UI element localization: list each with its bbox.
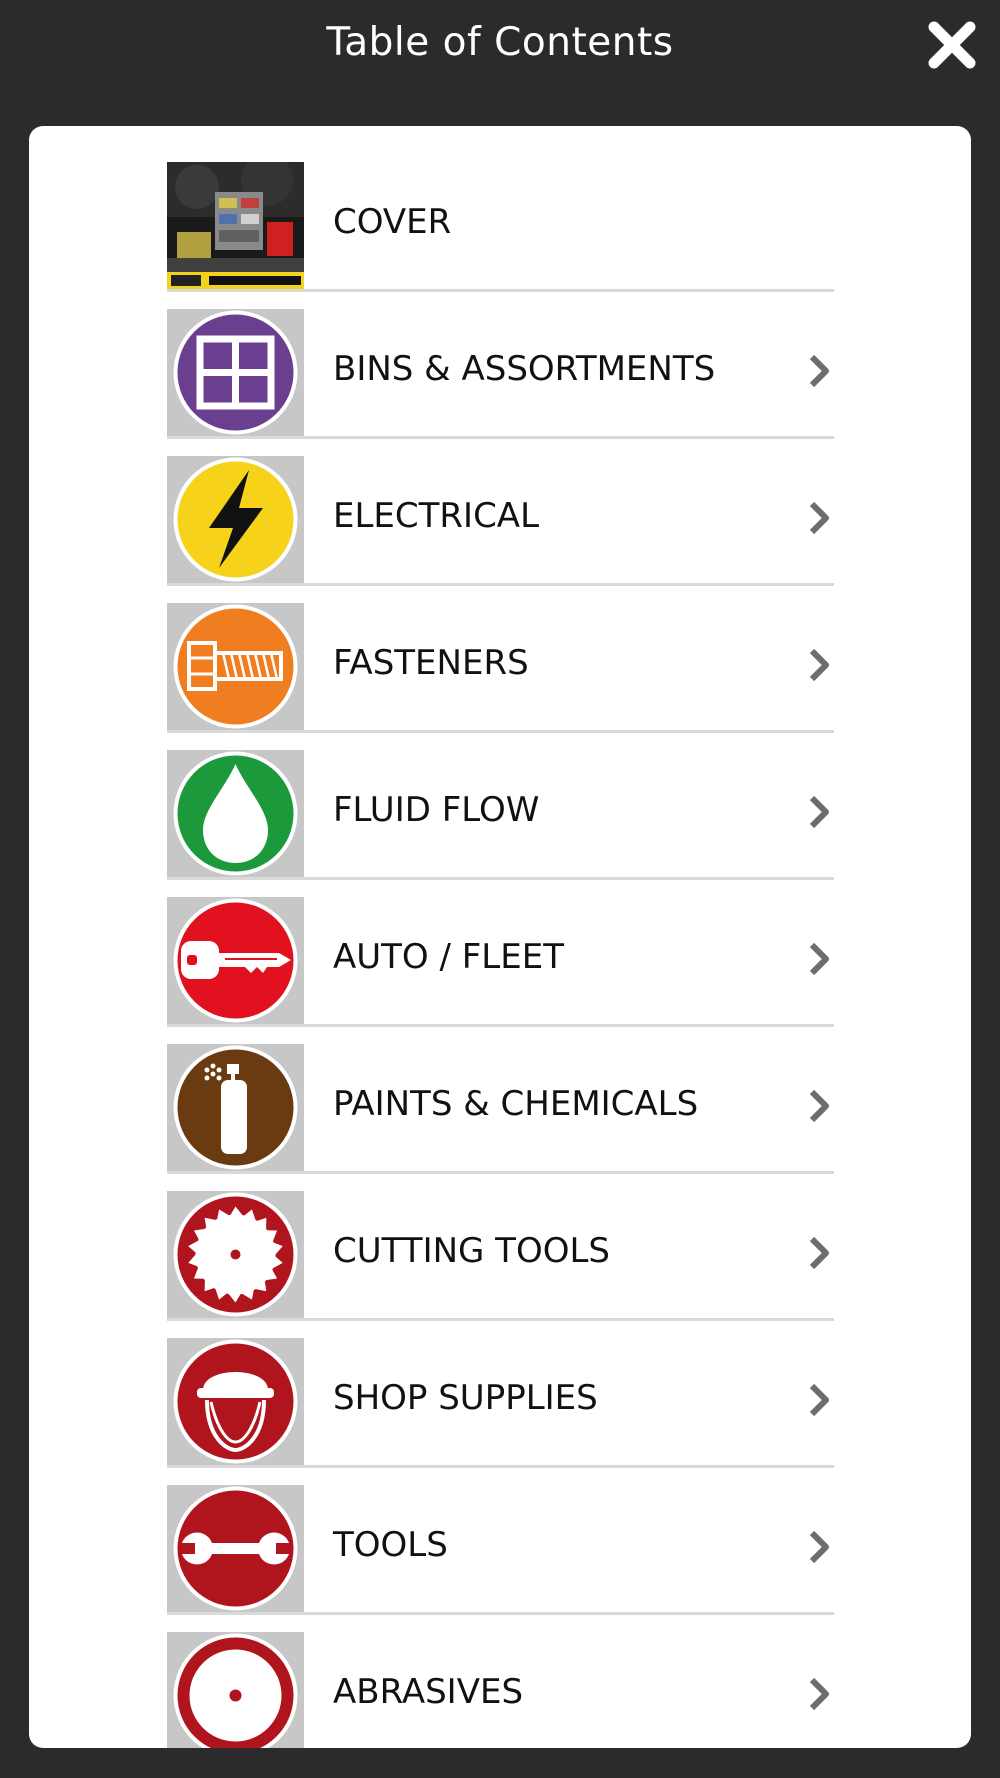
saw-blade-icon-tile	[167, 1191, 304, 1318]
toc-item-label: PAINTS & CHEMICALS	[333, 1084, 699, 1124]
chevron-right-icon	[809, 942, 829, 976]
toc-item-abrasives[interactable]: ABRASIVES	[167, 1624, 834, 1748]
droplet-icon-tile	[167, 750, 304, 877]
spray-can-icon-tile	[167, 1044, 304, 1171]
toc-item-fluid-flow[interactable]: FLUID FLOW	[167, 742, 834, 889]
toc-item-label: BINS & ASSORTMENTS	[333, 349, 716, 389]
bolt-icon	[173, 604, 298, 729]
lightning-bolt-icon	[173, 457, 298, 582]
lightning-bolt-icon-tile	[167, 456, 304, 583]
toc-item-label: AUTO / FLEET	[333, 937, 564, 977]
toc-item-bins-assortments[interactable]: BINS & ASSORTMENTS	[167, 301, 834, 448]
page-title: Table of Contents	[326, 20, 674, 65]
bolt-icon-tile	[167, 603, 304, 730]
toc-item-tools[interactable]: TOOLS	[167, 1477, 834, 1624]
toc-item-label: TOOLS	[333, 1525, 448, 1565]
toc-item-paints-chemicals[interactable]: PAINTS & CHEMICALS	[167, 1036, 834, 1183]
toc-item-label: COVER	[333, 202, 452, 242]
toc-item-label: ELECTRICAL	[333, 496, 540, 536]
toc-item-label: SHOP SUPPLIES	[333, 1378, 598, 1418]
hard-hat-icon	[173, 1339, 298, 1464]
toc-item-auto-fleet[interactable]: AUTO / FLEET	[167, 889, 834, 1036]
chevron-right-icon	[809, 354, 829, 388]
toc-panel: COVER BINS & ASSORTMENTS ELECTRICAL FAST…	[29, 126, 971, 1748]
saw-blade-icon	[173, 1192, 298, 1317]
bins-icon	[173, 310, 298, 435]
toc-item-cutting-tools[interactable]: CUTTING TOOLS	[167, 1183, 834, 1330]
cover-thumbnail	[167, 162, 304, 289]
droplet-icon	[173, 751, 298, 876]
chevron-right-icon	[809, 795, 829, 829]
toc-item-label: FLUID FLOW	[333, 790, 540, 830]
toc-item-cover[interactable]: COVER	[167, 154, 834, 301]
wrench-icon-tile	[167, 1485, 304, 1612]
chevron-right-icon	[809, 1383, 829, 1417]
abrasive-disc-icon	[173, 1633, 298, 1748]
close-icon[interactable]	[925, 18, 979, 72]
chevron-right-icon	[809, 1089, 829, 1123]
toc-item-label: CUTTING TOOLS	[333, 1231, 610, 1271]
chevron-right-icon	[809, 1530, 829, 1564]
toc-item-shop-supplies[interactable]: SHOP SUPPLIES	[167, 1330, 834, 1477]
bins-icon-tile	[167, 309, 304, 436]
chevron-right-icon	[809, 648, 829, 682]
key-icon	[173, 898, 298, 1023]
toc-item-label: FASTENERS	[333, 643, 529, 683]
chevron-right-icon	[809, 501, 829, 535]
chevron-right-icon	[809, 1677, 829, 1711]
spray-can-icon	[173, 1045, 298, 1170]
toc-item-fasteners[interactable]: FASTENERS	[167, 595, 834, 742]
wrench-icon	[173, 1486, 298, 1611]
header-bar: Table of Contents	[0, 0, 1000, 90]
toc-item-label: ABRASIVES	[333, 1672, 524, 1712]
key-icon-tile	[167, 897, 304, 1024]
toc-list: COVER BINS & ASSORTMENTS ELECTRICAL FAST…	[167, 154, 834, 1748]
abrasive-disc-icon-tile	[167, 1632, 304, 1748]
chevron-right-icon	[809, 1236, 829, 1270]
hard-hat-icon-tile	[167, 1338, 304, 1465]
toc-item-electrical[interactable]: ELECTRICAL	[167, 448, 834, 595]
